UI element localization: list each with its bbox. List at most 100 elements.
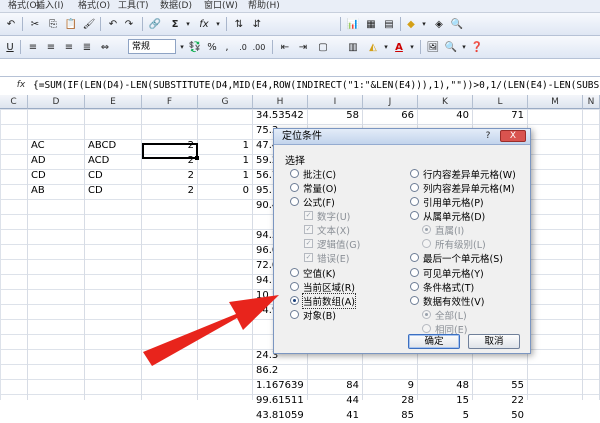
menu-item-insert[interactable]: 插入(I) <box>36 0 64 12</box>
sort-descending-icon[interactable]: ⇵ <box>250 16 264 32</box>
paste-icon[interactable]: 📋 <box>64 16 78 32</box>
chevron-down-icon[interactable]: ▾ <box>214 16 222 32</box>
decrease-indent-icon[interactable]: ⇤ <box>278 39 292 55</box>
cell-g-row-4[interactable]: 1 <box>201 154 249 168</box>
cell-g-row-6[interactable]: 0 <box>201 184 249 198</box>
cell-e-row-4[interactable]: ACD <box>88 154 138 168</box>
radio-icon[interactable] <box>290 296 299 305</box>
currency-icon[interactable]: 💱 <box>188 39 202 55</box>
increase-decimal-icon[interactable]: .0 <box>236 39 250 55</box>
column-header-m[interactable]: M <box>528 95 583 109</box>
function-icon[interactable]: fx <box>196 16 212 32</box>
autosum-icon[interactable]: Σ <box>168 16 182 32</box>
cell-d-row-5[interactable]: CD <box>31 169 81 183</box>
column-header-h[interactable]: H <box>253 95 308 109</box>
sort-ascending-icon[interactable]: ⇅ <box>232 16 246 32</box>
cell-j-row-20[interactable]: 28 <box>366 394 414 408</box>
option-right-opts-1[interactable]: 列内容差异单元格(M) <box>410 181 515 195</box>
research-icon[interactable]: 🔍 <box>444 39 458 55</box>
chevron-down-icon[interactable]: ▾ <box>420 16 428 32</box>
chevron-down-icon[interactable]: ▾ <box>184 16 192 32</box>
option-right-opts-6[interactable]: 最后一个单元格(S) <box>410 251 503 265</box>
help-icon[interactable]: ? <box>480 130 496 142</box>
menu-item-window[interactable]: 窗口(W) <box>204 0 238 12</box>
insert-function-icon[interactable]: fx <box>14 79 28 92</box>
option-left-opts-1[interactable]: 常量(O) <box>290 181 337 195</box>
chevron-down-icon[interactable]: ▾ <box>408 39 416 55</box>
format-painter-icon[interactable]: 🖌 <box>82 16 96 32</box>
cell-h-row-18[interactable]: 86.2 <box>256 364 304 378</box>
font-color-button[interactable]: A <box>392 39 406 55</box>
redo-arrow-icon[interactable]: ↷ <box>122 16 136 32</box>
cell-d-row-4[interactable]: AD <box>31 154 81 168</box>
cell-l-row-19[interactable]: 55 <box>476 379 524 393</box>
cell-h-row-21[interactable]: 43.81059 <box>256 409 304 423</box>
chevron-down-icon[interactable]: ▾ <box>460 39 468 55</box>
cell-j-row-1[interactable]: 66 <box>366 109 414 123</box>
column-header-k[interactable]: K <box>418 95 473 109</box>
close-button[interactable]: X <box>500 130 526 142</box>
ok-button[interactable]: 确定 <box>408 334 460 349</box>
menu-item-tools[interactable]: 工具(T) <box>118 0 149 12</box>
cell-f-row-6[interactable]: 2 <box>145 184 194 198</box>
hyperlink-icon[interactable]: 🔗 <box>148 16 162 32</box>
align-right-icon[interactable]: ≡ <box>62 39 76 55</box>
cell-g-row-5[interactable]: 1 <box>201 169 249 183</box>
cell-i-row-21[interactable]: 41 <box>311 409 359 423</box>
chart-icon[interactable]: 📊 <box>346 16 360 32</box>
column-header-e[interactable]: E <box>85 95 142 109</box>
column-header-f[interactable]: F <box>142 95 198 109</box>
borders-dropdown-icon[interactable]: ▥ <box>346 39 360 55</box>
cell-h-row-1[interactable]: 34.53542 <box>256 109 304 123</box>
chevron-down-icon[interactable]: ▾ <box>178 39 186 55</box>
image-icon[interactable]: 🖼 <box>426 39 440 55</box>
radio-icon[interactable] <box>410 253 419 262</box>
column-header-j[interactable]: J <box>363 95 418 109</box>
cell-h-row-19[interactable]: 1.167639 <box>256 379 304 393</box>
option-left-opts-10[interactable]: 对象(B) <box>290 308 336 322</box>
radio-icon[interactable] <box>410 282 419 291</box>
fill-handle[interactable] <box>195 156 199 160</box>
column-header-i[interactable]: I <box>308 95 363 109</box>
cell-l-row-20[interactable]: 22 <box>476 394 524 408</box>
option-right-opts-0[interactable]: 行内容差异单元格(W) <box>410 167 516 181</box>
grid-icon[interactable]: ▦ <box>364 16 378 32</box>
option-left-opts-2[interactable]: 公式(F) <box>290 195 335 209</box>
cell-f-row-5[interactable]: 2 <box>145 169 194 183</box>
cut-icon[interactable]: ✂ <box>28 16 42 32</box>
radio-icon[interactable] <box>290 310 299 319</box>
option-left-opts-0[interactable]: 批注(C) <box>290 167 336 181</box>
option-right-opts-2[interactable]: 引用单元格(P) <box>410 195 484 209</box>
option-left-opts-8[interactable]: 当前区域(R) <box>290 280 355 294</box>
option-left-opts-7[interactable]: 空值(K) <box>290 266 336 280</box>
cell-i-row-19[interactable]: 84 <box>311 379 359 393</box>
merge-center-icon[interactable]: ⇔ <box>98 39 112 55</box>
column-header-d[interactable]: D <box>28 95 85 109</box>
cell-l-row-21[interactable]: 50 <box>476 409 524 423</box>
table-icon[interactable]: ▤ <box>382 16 396 32</box>
align-left-icon[interactable]: ≡ <box>26 39 40 55</box>
undo-icon[interactable]: ↶ <box>4 16 18 32</box>
option-right-opts-7[interactable]: 可见单元格(Y) <box>410 266 484 280</box>
radio-icon[interactable] <box>410 183 419 192</box>
align-center-icon[interactable]: ≡ <box>44 39 58 55</box>
dialog-title-bar[interactable]: 定位条件 ? X <box>274 129 530 145</box>
cell-d-row-6[interactable]: AB <box>31 184 81 198</box>
cell-g-row-3[interactable]: 1 <box>201 139 249 153</box>
column-header-g[interactable]: G <box>198 95 253 109</box>
cell-k-row-19[interactable]: 48 <box>421 379 469 393</box>
cell-i-row-20[interactable]: 44 <box>311 394 359 408</box>
cancel-button[interactable]: 取消 <box>468 334 520 349</box>
column-header-l[interactable]: L <box>473 95 528 109</box>
cell-j-row-19[interactable]: 9 <box>366 379 414 393</box>
underline-button[interactable]: U <box>4 39 16 55</box>
menu-item-format[interactable]: 格式(O) <box>78 0 110 12</box>
option-right-opts-8[interactable]: 条件格式(T) <box>410 280 474 294</box>
cell-i-row-1[interactable]: 58 <box>311 109 359 123</box>
radio-icon[interactable] <box>290 183 299 192</box>
cell-k-row-21[interactable]: 5 <box>421 409 469 423</box>
justify-icon[interactable]: ≣ <box>80 39 94 55</box>
radio-icon[interactable] <box>410 211 419 220</box>
cell-k-row-1[interactable]: 40 <box>421 109 469 123</box>
cell-j-row-21[interactable]: 85 <box>366 409 414 423</box>
